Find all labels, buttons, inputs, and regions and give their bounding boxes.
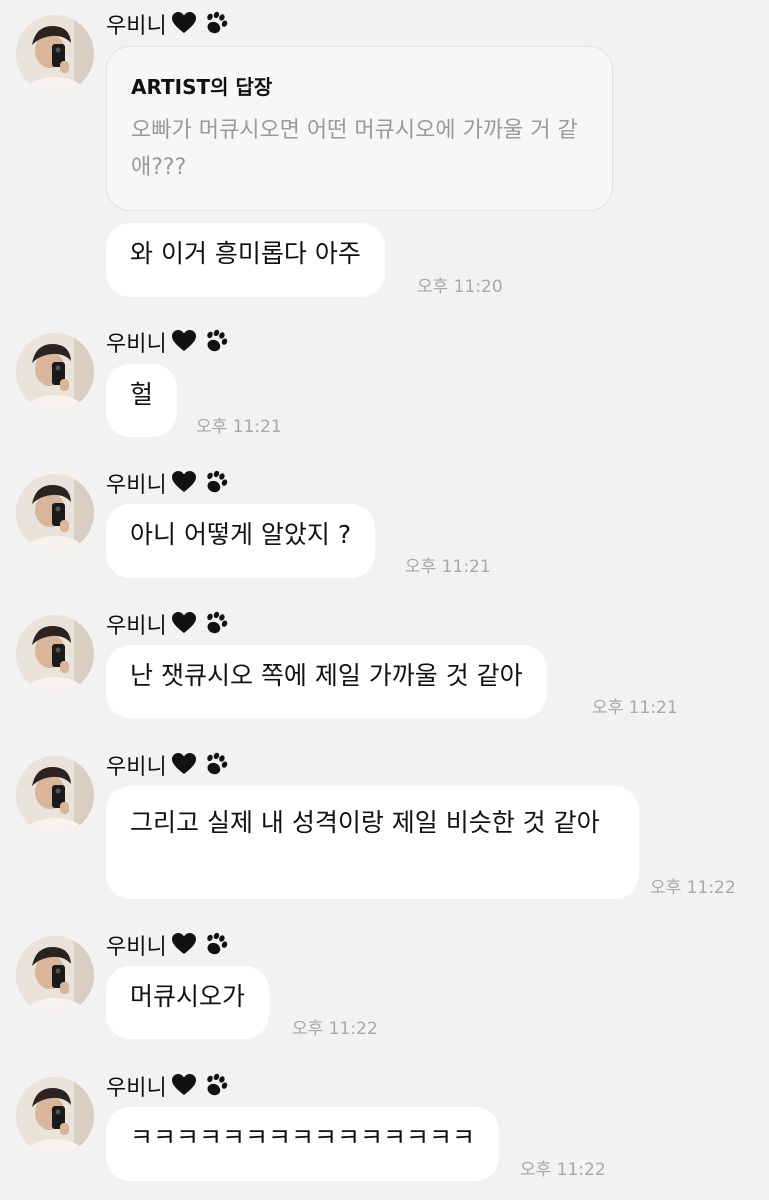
sender-name-row: 우비니 [106, 327, 231, 362]
black-heart-icon [171, 752, 197, 783]
paw-icon [201, 327, 231, 362]
message-time: 오후 11:21 [592, 698, 678, 718]
black-heart-icon [171, 470, 197, 501]
sender-name: 우비니 [106, 754, 167, 780]
sender-name-row: 우비니 [106, 1071, 231, 1106]
sender-name-row: 우비니 [106, 750, 231, 785]
paw-icon [201, 1071, 231, 1106]
paw-icon [201, 750, 231, 785]
message-time: 오후 11:22 [292, 1019, 378, 1039]
sender-name-row: 우비니 [106, 9, 231, 44]
black-heart-icon [171, 932, 197, 963]
paw-icon [201, 609, 231, 644]
message-bubble[interactable]: 난 잿큐시오 쪽에 제일 가까울 것 같아 [106, 645, 547, 718]
sender-name: 우비니 [106, 331, 167, 357]
sender-name: 우비니 [106, 13, 167, 39]
message-bubble[interactable]: 그리고 실제 내 성격이랑 제일 비슷한 것 같아 [106, 786, 639, 899]
reply-title: ARTIST의 답장 [131, 75, 273, 99]
message-bubble[interactable]: 헐 [106, 364, 178, 437]
message-bubble[interactable]: 와 이거 흥미롭다 아주 [106, 223, 385, 297]
avatar[interactable] [16, 474, 94, 552]
sender-name-row: 우비니 [106, 930, 231, 965]
paw-icon [201, 9, 231, 44]
message-bubble[interactable]: ㅋㅋㅋㅋㅋㅋㅋㅋㅋㅋㅋㅋㅋㅋㅋ [106, 1107, 500, 1181]
message-time: 오후 11:22 [650, 878, 736, 898]
black-heart-icon [171, 1073, 197, 1104]
message-time: 오후 11:21 [405, 557, 491, 577]
message-time: 오후 11:22 [520, 1160, 606, 1180]
message-time: 오후 11:21 [196, 417, 282, 437]
message-bubble[interactable]: 머큐시오가 [106, 966, 270, 1039]
paw-icon [201, 468, 231, 503]
avatar[interactable] [16, 333, 94, 411]
reply-quote-card[interactable]: ARTIST의 답장 오빠가 머큐시오면 어떤 머큐시오에 가까울 거 같애??… [106, 46, 613, 211]
sender-name-row: 우비니 [106, 468, 231, 503]
sender-name-row: 우비니 [106, 609, 231, 644]
sender-name: 우비니 [106, 472, 167, 498]
black-heart-icon [171, 611, 197, 642]
paw-icon [201, 930, 231, 965]
avatar[interactable] [16, 615, 94, 693]
reply-quoted-text: 오빠가 머큐시오면 어떤 머큐시오에 가까울 거 같애??? [131, 118, 578, 180]
avatar[interactable] [16, 936, 94, 1014]
message-time: 오후 11:20 [417, 277, 503, 297]
sender-name: 우비니 [106, 1075, 167, 1101]
avatar[interactable] [16, 756, 94, 834]
message-bubble[interactable]: 아니 어떻게 알았지 ? [106, 504, 376, 578]
black-heart-icon [171, 329, 197, 360]
sender-name: 우비니 [106, 934, 167, 960]
sender-name: 우비니 [106, 613, 167, 639]
avatar[interactable] [16, 1077, 94, 1155]
avatar[interactable] [16, 15, 94, 93]
black-heart-icon [171, 11, 197, 42]
